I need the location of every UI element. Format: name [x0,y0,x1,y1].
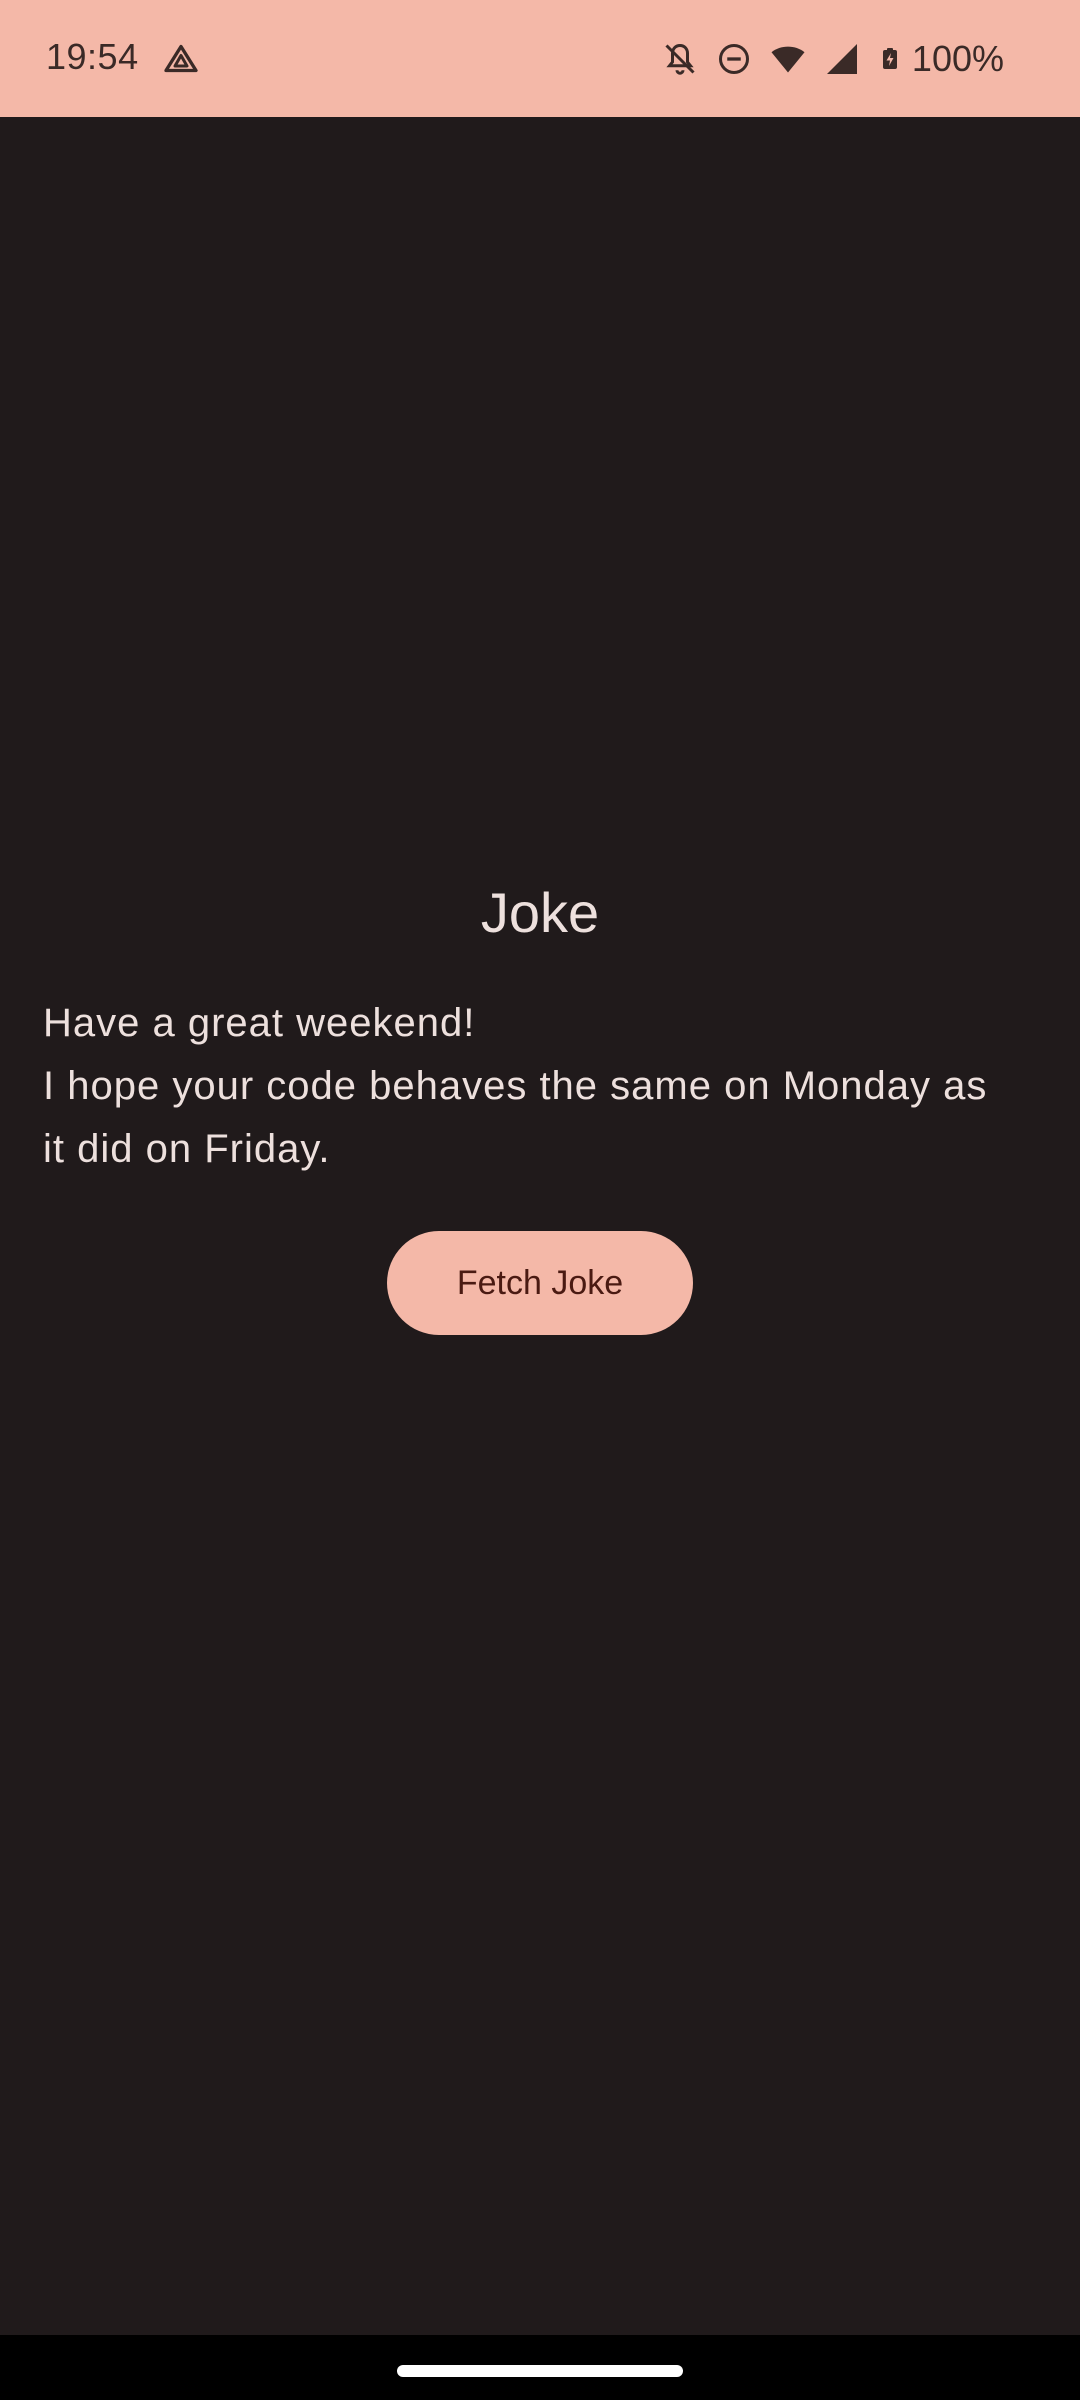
joke-line: Have a great weekend! [43,1001,476,1045]
status-bar: 19:54 100% [0,0,1080,117]
app-notification-icon [163,42,199,78]
joke-text: Have a great weekend! I hope your code b… [43,992,1043,1181]
status-icons: 100% [662,36,1004,82]
battery-percentage: 100% [911,38,1004,79]
fetch-joke-button[interactable]: Fetch Joke [387,1231,693,1335]
bell-off-icon [662,41,698,77]
main-content [0,117,1080,2335]
home-gesture-handle[interactable] [397,2365,683,2377]
wifi-icon [770,41,806,77]
do-not-disturb-icon [716,41,752,77]
navigation-bar [0,2335,1080,2400]
status-time: 19:54 [46,36,139,77]
joke-line: it did on Friday. [43,1127,331,1171]
page-title: Joke [480,881,600,944]
battery-charging-icon [878,41,902,77]
joke-line: I hope your code behaves the same on Mon… [43,1064,988,1108]
cellular-signal-icon [824,41,860,77]
